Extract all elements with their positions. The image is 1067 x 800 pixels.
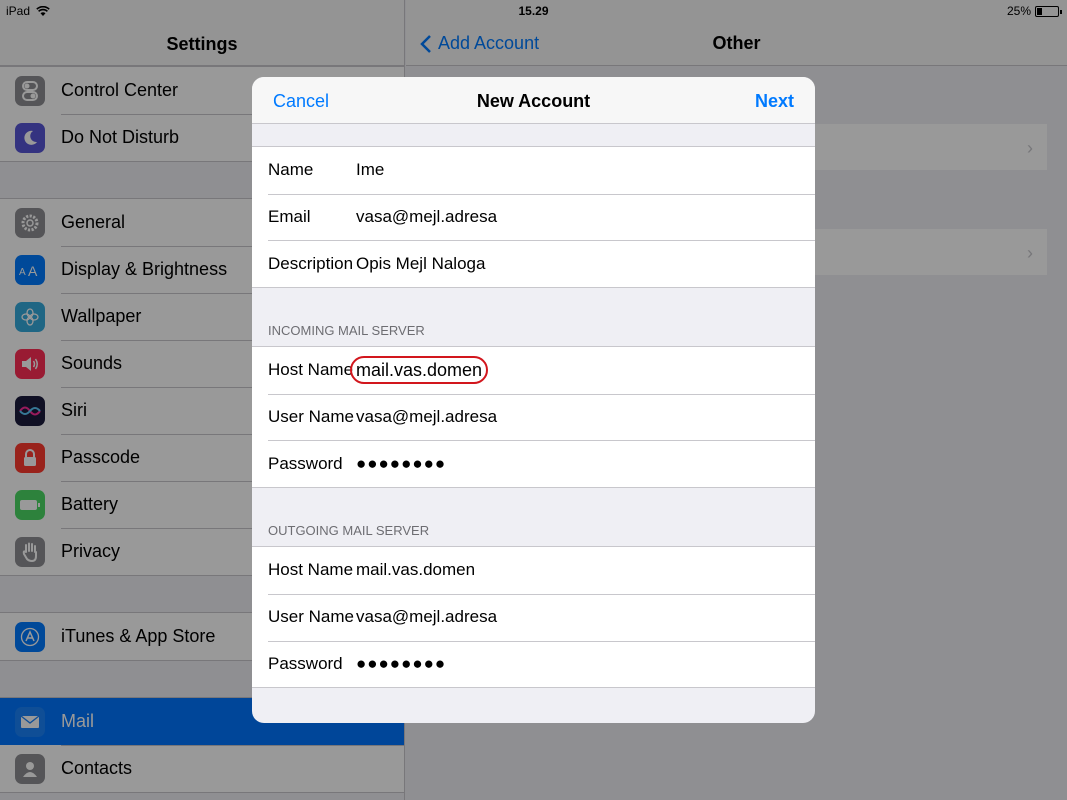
next-button[interactable]: Next xyxy=(755,91,794,112)
battery-percent: 25% xyxy=(1006,4,1031,18)
outgoing-host-row: Host Name mail.vas.domen xyxy=(252,547,815,594)
outgoing-server-group: Host Name mail.vas.domen User Name vasa@… xyxy=(252,546,815,689)
incoming-section-header: INCOMING MAIL SERVER xyxy=(268,323,425,339)
battery-status-icon xyxy=(1035,5,1062,17)
outgoing-user-field[interactable]: vasa@mejl.adresa xyxy=(356,607,815,627)
modal-title: New Account xyxy=(476,91,591,111)
email-label: Email xyxy=(268,207,311,227)
description-field[interactable]: Opis Mejl Naloga xyxy=(356,254,815,274)
outgoing-password-row: Password ●●●●●●●● xyxy=(252,640,815,688)
email-row: Email vasa@mejl.adresa xyxy=(252,193,815,241)
incoming-user-label: User Name xyxy=(268,407,354,427)
incoming-password-label: Password xyxy=(268,453,343,473)
incoming-server-group: Host Name mail.vas.domen User Name vasa@… xyxy=(252,346,815,489)
name-label: Name xyxy=(268,160,314,180)
outgoing-password-field[interactable]: ●●●●●●●● xyxy=(356,654,815,674)
outgoing-user-row: User Name vasa@mejl.adresa xyxy=(252,593,815,641)
outgoing-user-label: User Name xyxy=(268,607,354,627)
modal-nav: Cancel New Account Next xyxy=(252,77,815,124)
status-bar: iPad 15.29 25% xyxy=(0,0,1067,22)
outgoing-host-field[interactable]: mail.vas.domen xyxy=(356,560,815,580)
incoming-password-field[interactable]: ●●●●●●●● xyxy=(356,454,815,474)
name-row: Name Ime xyxy=(252,147,815,194)
status-time: 15.29 xyxy=(518,4,549,18)
incoming-host-label: Host Name xyxy=(268,360,354,380)
account-info-group: Name Ime Email vasa@mejl.adresa Descript… xyxy=(252,146,815,289)
description-row: Description Opis Mejl Naloga xyxy=(252,240,815,287)
new-account-modal: Cancel New Account Next Name Ime Email v… xyxy=(252,77,815,723)
email-field[interactable]: vasa@mejl.adresa xyxy=(356,207,815,227)
outgoing-host-label: Host Name xyxy=(268,560,354,580)
incoming-password-row: Password ●●●●●●●● xyxy=(252,440,815,487)
incoming-host-row: Host Name mail.vas.domen xyxy=(252,347,815,394)
outgoing-password-label: Password xyxy=(268,653,343,673)
description-label: Description xyxy=(268,253,354,273)
incoming-host-field[interactable]: mail.vas.domen xyxy=(350,355,489,384)
incoming-user-field[interactable]: vasa@mejl.adresa xyxy=(356,407,815,427)
incoming-user-row: User Name vasa@mejl.adresa xyxy=(252,393,815,441)
outgoing-section-header: OUTGOING MAIL SERVER xyxy=(268,523,430,539)
name-field[interactable]: Ime xyxy=(356,160,815,180)
